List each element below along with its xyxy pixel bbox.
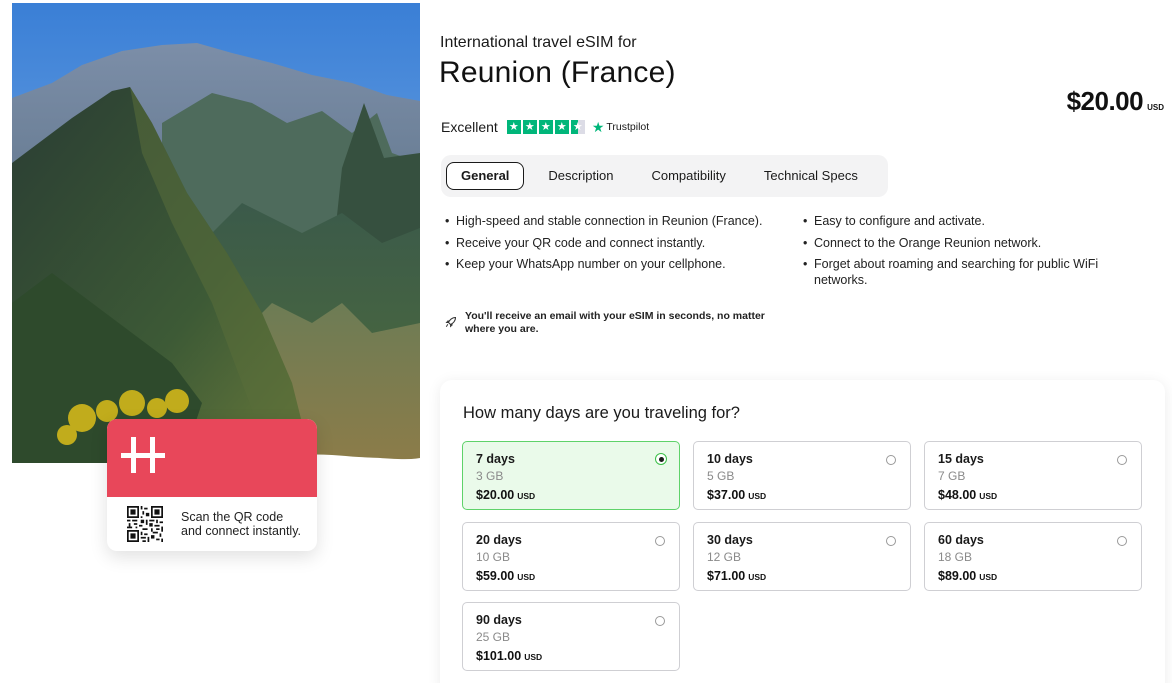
rating-stars: ★ ★ ★ ★ ★ [506,120,585,134]
plan-data: 12 GB [707,550,742,564]
plan-selector: How many days are you traveling for? 7 d… [440,380,1165,683]
plan-days: 30 days [707,533,753,547]
plan-data: 18 GB [938,550,973,564]
trustpilot-star-icon: ★ [591,118,605,135]
plan-days: 20 days [476,533,522,547]
half-star-icon: ★ [570,120,585,134]
trustpilot-rating[interactable]: Excellent ★ ★ ★ ★ ★ ★ Trustpilot [441,118,649,136]
star-icon: ★ [506,120,521,134]
plan-price: $101.00 USD [476,649,543,663]
rocket-icon [445,316,457,328]
price-currency: USD [1147,103,1164,112]
tab-description[interactable]: Description [534,162,627,190]
tab-compatibility[interactable]: Compatibility [637,162,739,190]
price-display: $20.00 USD [1067,86,1164,117]
tab-technical-specs[interactable]: Technical Specs [750,162,872,190]
plan-days: 10 days [707,452,753,466]
card-caption: Scan the QR code and connect instantly. [181,509,301,539]
plan-price: $48.00 USD [938,488,998,502]
star-icon: ★ [538,120,553,134]
plan-price: $20.00 USD [476,488,536,502]
feature-item: Forget about roaming and searching for p… [803,256,1123,288]
plan-price: $37.00 USD [707,488,767,502]
feature-item: Keep your WhatsApp number on your cellph… [445,256,785,272]
plan-radio[interactable] [1117,455,1127,465]
feature-item: Receive your QR code and connect instant… [445,235,785,251]
page-subtitle: International travel eSIM for [440,34,637,51]
plan-days: 15 days [938,452,984,466]
star-icon: ★ [554,120,569,134]
plan-data: 7 GB [938,469,966,483]
plan-radio[interactable] [655,616,665,626]
feature-item: Easy to configure and activate. [803,213,1123,229]
qr-code-icon [127,506,163,542]
plan-data: 5 GB [707,469,735,483]
plan-radio[interactable] [886,536,896,546]
plan-question: How many days are you traveling for? [463,404,740,422]
price-value: $20.00 [1066,86,1144,116]
plan-data: 10 GB [476,550,511,564]
plan-option-20-days[interactable]: 20 days 10 GB $59.00 USD [462,522,680,591]
plan-days: 60 days [938,533,984,547]
plan-price: $89.00 USD [938,569,998,583]
plan-data: 25 GB [476,630,511,644]
plan-days: 90 days [476,613,522,627]
plan-option-7-days[interactable]: 7 days 3 GB $20.00 USD [462,441,680,510]
plan-days: 7 days [476,452,515,466]
delivery-note-text: You'll receive an email with your eSIM i… [465,310,765,335]
features-list-left: High-speed and stable connection in Reun… [445,213,785,278]
plan-option-60-days[interactable]: 60 days 18 GB $89.00 USD [924,522,1142,591]
plan-option-30-days[interactable]: 30 days 12 GB $71.00 USD [693,522,911,591]
plan-option-10-days[interactable]: 10 days 5 GB $37.00 USD [693,441,911,510]
plan-price: $71.00 USD [707,569,767,583]
plan-option-15-days[interactable]: 15 days 7 GB $48.00 USD [924,441,1142,510]
esim-card-illustration: Scan the QR code and connect instantly. [107,419,317,551]
feature-item: Connect to the Orange Reunion network. [803,235,1123,251]
plan-data: 3 GB [476,469,504,483]
holafly-logo-icon [121,437,165,473]
star-icon: ★ [522,120,537,134]
card-footer: Scan the QR code and connect instantly. [107,497,317,551]
card-header [107,419,317,497]
tab-general[interactable]: General [446,162,525,190]
feature-item: High-speed and stable connection in Reun… [445,213,785,229]
plan-radio[interactable] [655,536,665,546]
trustpilot-label: Trustpilot [606,121,650,133]
plan-option-90-days[interactable]: 90 days 25 GB $101.00 USD [462,602,680,671]
plan-radio[interactable] [655,453,667,465]
page-title: Reunion (France) [439,56,676,89]
plan-radio[interactable] [886,455,896,465]
product-tabs: General Description Compatibility Techni… [441,155,888,197]
delivery-note: You'll receive an email with your eSIM i… [445,310,795,336]
trustpilot-logo: ★ Trustpilot [592,119,649,136]
rating-label: Excellent [441,119,498,135]
plan-price: $59.00 USD [476,569,536,583]
features-list-right: Easy to configure and activate. Connect … [803,213,1123,294]
plan-radio[interactable] [1117,536,1127,546]
